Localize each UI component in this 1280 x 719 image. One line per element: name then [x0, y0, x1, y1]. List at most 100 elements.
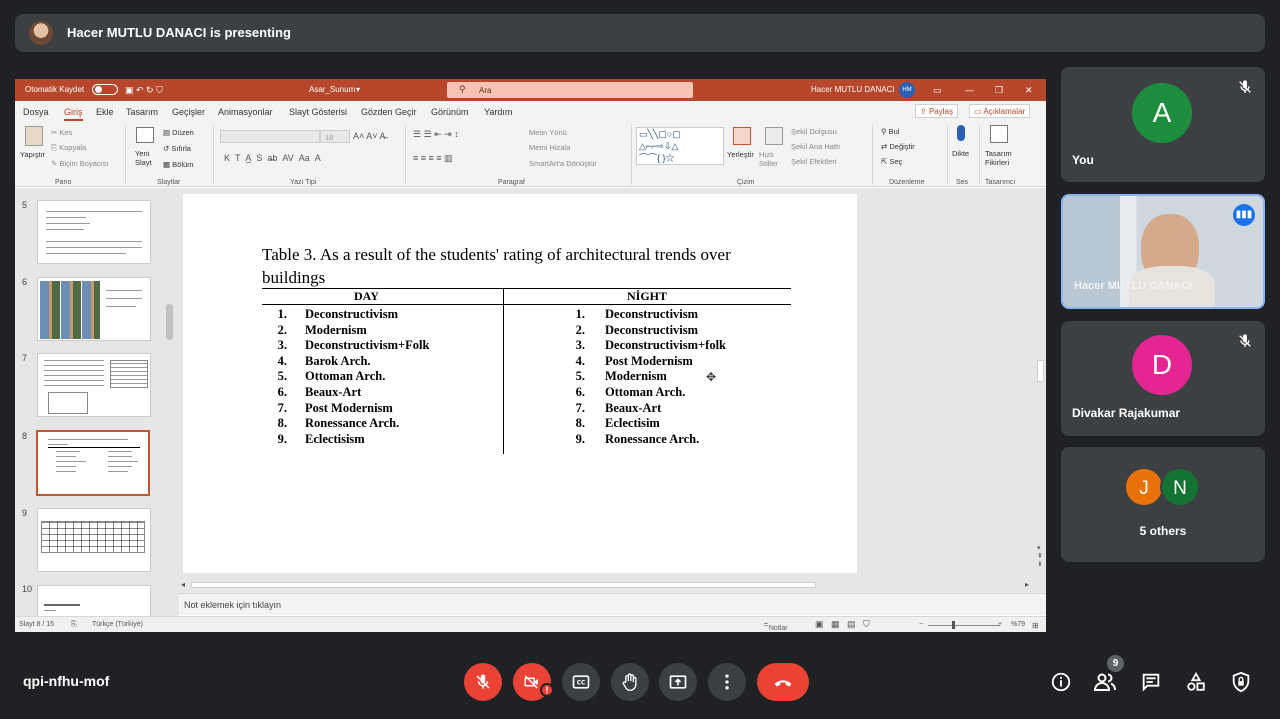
save-icon[interactable]: ▣ ↶ ↻ ⛉ — [125, 85, 163, 96]
scroll-thumb[interactable] — [166, 304, 173, 340]
autosave-toggle[interactable] — [92, 84, 118, 95]
participant-tile-presenter[interactable]: Hacer MUTLU DANACI ▮▮▮ — [1061, 194, 1265, 309]
slide-thumbnail-9[interactable] — [37, 508, 151, 572]
menu-animasyonlar[interactable]: Animasyonlar — [218, 107, 273, 117]
scroll-left-icon[interactable]: ◂ — [181, 580, 185, 589]
spellcheck-icon[interactable]: ⎘ — [71, 621, 77, 629]
find-button[interactable]: ⚲ Bul — [881, 127, 899, 136]
design-ideas-icon[interactable] — [990, 125, 1008, 143]
slide-thumbnail-10[interactable] — [37, 585, 151, 617]
reset-button[interactable]: ↺ Sıfırla — [163, 144, 191, 153]
camera-toggle-button[interactable]: ! — [513, 663, 554, 701]
search-box[interactable]: ⚲ Ara — [447, 82, 693, 98]
text-direction-button[interactable]: Metin Yönü — [529, 128, 567, 137]
slide-thumbnail-8-selected[interactable] — [36, 430, 150, 496]
chat-button[interactable] — [1138, 669, 1164, 695]
leave-call-button[interactable] — [757, 663, 809, 701]
scroll-arrows-icon[interactable]: ▾ ⇞ ⇟ — [1037, 544, 1043, 568]
activities-button[interactable] — [1183, 669, 1209, 695]
restore-icon[interactable]: ❐ — [995, 85, 1003, 96]
arrange-button[interactable]: Yerleştir — [727, 150, 754, 159]
comments-button[interactable]: ▭ Açıklamalar — [969, 104, 1031, 118]
panel-scrollbar[interactable] — [164, 188, 175, 616]
current-slide[interactable]: Table 3. As a result of the students' ra… — [183, 194, 857, 573]
user-avatar[interactable]: HM — [899, 82, 915, 98]
menu-dosya[interactable]: Dosya — [23, 107, 49, 117]
design-ideas-button[interactable]: Tasarım Fikirleri — [985, 149, 1017, 167]
menu-giris[interactable]: Giriş — [64, 107, 83, 121]
view-buttons-icon[interactable]: ▣ ▦ ▤ ⛉ — [815, 619, 870, 630]
slide-vertical-scrollbar[interactable]: ▾ ⇞ ⇟ — [1035, 188, 1046, 596]
slide-thumbnail-5[interactable] — [37, 200, 151, 264]
language-label[interactable]: Türkçe (Türkiye) — [92, 621, 143, 628]
zoom-in-icon[interactable]: + — [998, 621, 1002, 628]
zoom-out-icon[interactable]: − — [919, 621, 923, 628]
scroll-thumb[interactable] — [1037, 360, 1044, 382]
menu-ekle[interactable]: Ekle — [96, 107, 114, 117]
new-slide-icon[interactable] — [136, 127, 154, 143]
zoom-level[interactable]: %79 — [1011, 621, 1025, 628]
scroll-right-icon[interactable]: ▸ — [1025, 580, 1029, 589]
ribbon-display-icon[interactable]: ▭ — [933, 85, 942, 96]
menu-gecisler[interactable]: Geçişler — [172, 107, 205, 117]
font-size-box[interactable]: 18 — [320, 130, 350, 143]
meeting-details-button[interactable] — [1048, 669, 1074, 695]
select-button[interactable]: ⇱ Seç — [881, 157, 902, 166]
share-button[interactable]: ⇪ Paylaş — [915, 104, 958, 118]
participant-tile-divakar[interactable]: D Divakar Rajakumar — [1061, 321, 1265, 436]
replace-button[interactable]: ⇄ Değiştir — [881, 142, 915, 151]
smartart-button[interactable]: SmartArt'a Dönüştür — [529, 159, 597, 168]
shape-effects-button[interactable]: Şekil Efektleri — [791, 157, 836, 166]
dictate-button[interactable]: Dikte — [952, 149, 969, 158]
font-grow-shrink-icon[interactable]: A˄ A˅ A̶ — [353, 131, 386, 141]
slide-thumbnail-6[interactable] — [37, 277, 151, 341]
zoom-slider[interactable] — [928, 625, 1000, 626]
paste-button[interactable]: Yapıştır — [20, 150, 45, 159]
present-button[interactable] — [659, 663, 697, 701]
quick-styles-icon[interactable] — [765, 127, 783, 145]
zoom-slider-thumb[interactable] — [952, 621, 955, 629]
scroll-thumb[interactable] — [191, 582, 816, 588]
paste-icon[interactable] — [25, 126, 43, 146]
new-slide-button[interactable]: Yeni Slayt — [135, 149, 157, 167]
raise-hand-button[interactable] — [611, 663, 649, 701]
more-options-button[interactable] — [708, 663, 746, 701]
slide-title[interactable]: Table 3. As a result of the students' ra… — [262, 243, 782, 289]
list-icons[interactable]: ☰ ☰ ⇤ ⇥ ↕ — [413, 129, 459, 140]
menu-gozden-gecir[interactable]: Gözden Geçir — [361, 107, 417, 117]
quick-styles-button[interactable]: Hızlı Stiller — [759, 150, 785, 168]
section-button[interactable]: ▦ Bölüm — [163, 160, 193, 169]
captions-button[interactable]: CC — [562, 663, 600, 701]
slide-horizontal-scrollbar[interactable]: ◂ ▸ — [179, 579, 1035, 591]
meeting-code[interactable]: qpi-nfhu-mof — [23, 673, 109, 689]
fit-slide-icon[interactable]: ⊞ — [1032, 621, 1039, 630]
format-painter-button[interactable]: ✎ Biçim Boyacısı — [51, 159, 109, 168]
shapes-gallery[interactable]: ▭╲╲▢○▢ △⌐⌐⇨⇩△ ⌒⌒{ }☆ — [636, 127, 724, 165]
participant-tile-you[interactable]: A You — [1061, 67, 1265, 182]
mic-toggle-button[interactable] — [464, 663, 502, 701]
menu-slayt-gosterisi[interactable]: Slayt Gösterisi — [289, 107, 347, 117]
notes-area[interactable]: Not eklemek için tıklayın — [179, 593, 1046, 615]
align-icons[interactable]: ≡ ≡ ≡ ≡ ▥ — [413, 153, 453, 164]
arrange-icon[interactable] — [733, 127, 751, 145]
participant-tile-others[interactable]: J N 5 others — [1061, 447, 1265, 562]
copy-button[interactable]: ⎘ Kopyala — [51, 143, 86, 153]
menu-tasarim[interactable]: Tasarım — [126, 107, 158, 117]
user-name[interactable]: Hacer MUTLU DANACI — [811, 85, 895, 94]
font-name-box[interactable] — [220, 130, 320, 143]
menu-yardim[interactable]: Yardım — [484, 107, 512, 117]
cut-button[interactable]: ✂ Kes — [51, 128, 72, 137]
file-name[interactable]: Asar_Sunum — [309, 85, 355, 94]
notes-button[interactable]: ≐ Notlar — [763, 621, 788, 632]
host-controls-button[interactable] — [1228, 669, 1254, 695]
font-format-icons[interactable]: K T A̲ S a̶b AV Aa A — [224, 153, 321, 163]
shape-outline-button[interactable]: Şekil Ana Hattı — [791, 142, 840, 151]
shape-fill-button[interactable]: Şekil Dolgusu — [791, 127, 837, 136]
notes-placeholder[interactable]: Not eklemek için tıklayın — [184, 600, 281, 610]
close-icon[interactable]: ✕ — [1025, 85, 1033, 96]
slide-thumbnail-7[interactable] — [37, 353, 151, 417]
layout-button[interactable]: ▤ Düzen — [163, 128, 194, 137]
people-button[interactable] — [1092, 669, 1118, 695]
microphone-icon[interactable] — [957, 125, 965, 141]
minimize-icon[interactable]: — — [965, 85, 974, 95]
